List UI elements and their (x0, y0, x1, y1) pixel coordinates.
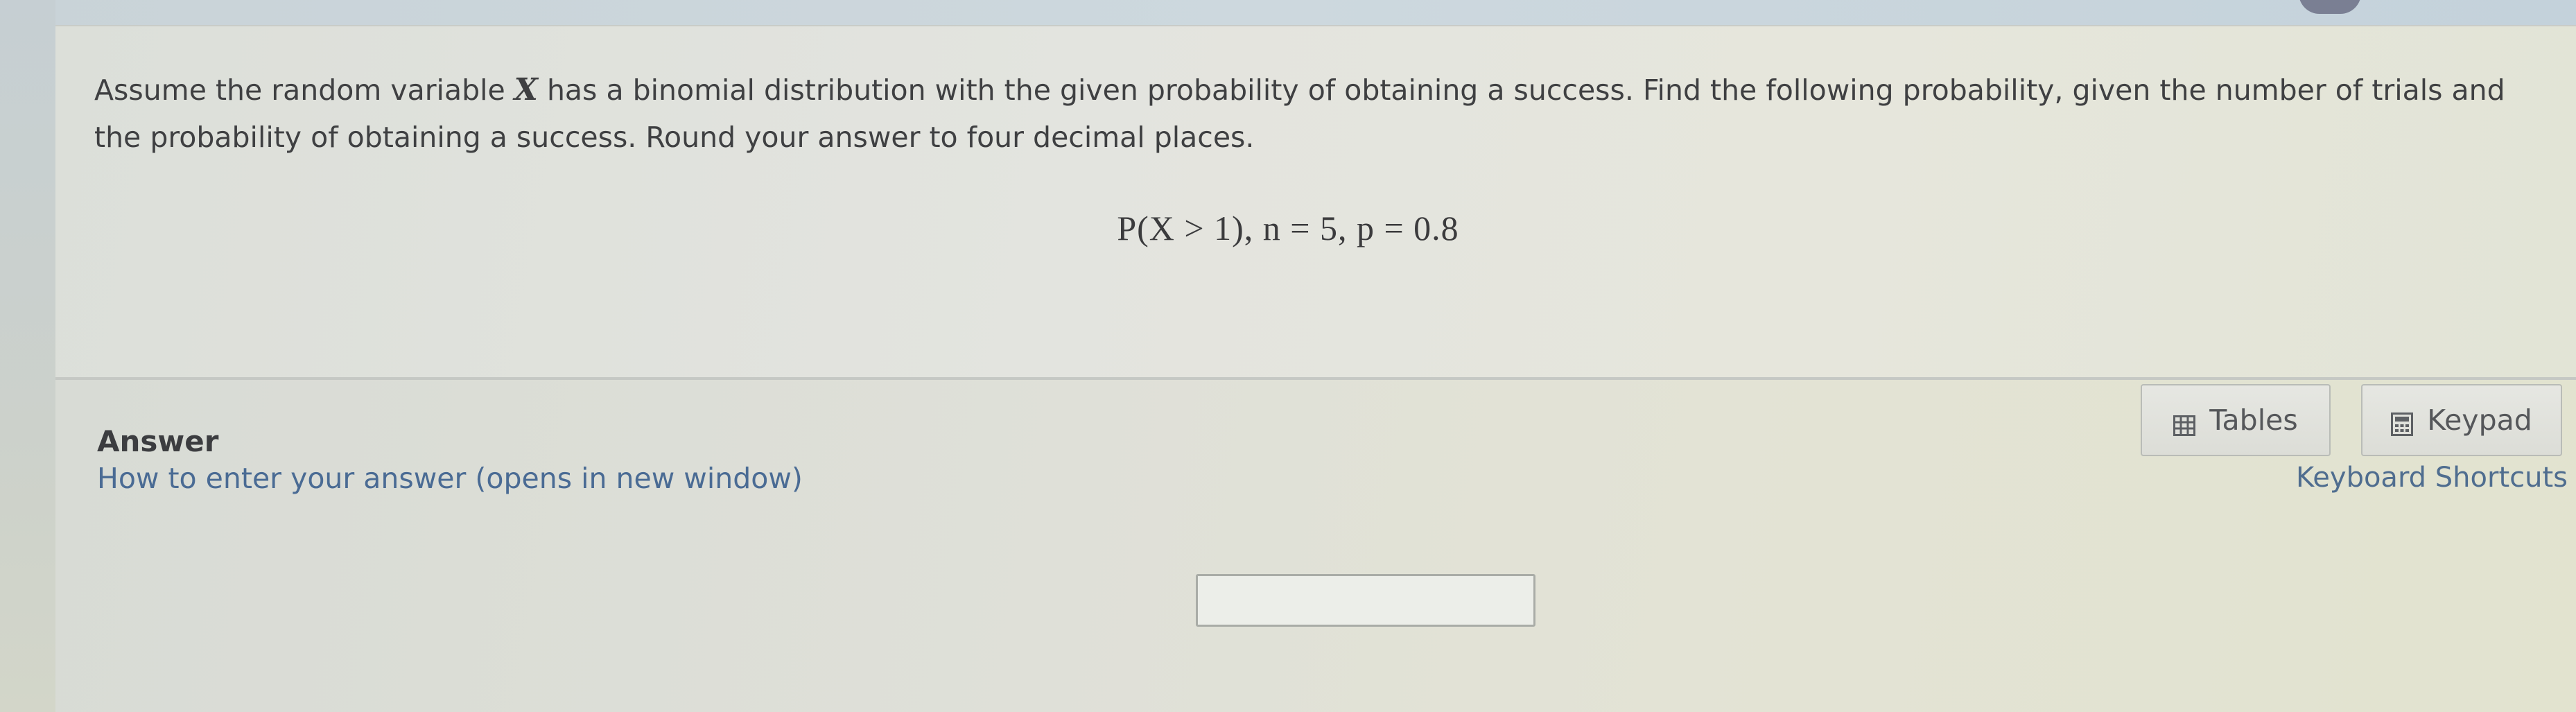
keyboard-shortcuts-link[interactable]: Keyboard Shortcuts (2296, 462, 2568, 494)
keypad-button-label: Keypad (2427, 403, 2532, 437)
screen-background: Assume the random variable X has a binom… (0, 0, 2576, 712)
how-to-enter-answer-link[interactable]: How to enter your answer (opens in new w… (97, 462, 803, 495)
answer-label: Answer (97, 424, 219, 458)
table-icon (2173, 410, 2196, 436)
tables-button-label: Tables (2209, 403, 2298, 437)
answer-input[interactable] (1196, 574, 1535, 627)
random-variable-symbol: X (514, 72, 538, 107)
question-text: Assume the random variable X has a binom… (94, 72, 2505, 154)
browser-top-strip (0, 0, 2576, 25)
keypad-button[interactable]: Keypad (2361, 384, 2562, 456)
tables-button[interactable]: Tables (2141, 384, 2331, 456)
probability-formula: P(X > 1), n = 5, p = 0.8 (1117, 209, 1459, 248)
left-rail (0, 0, 55, 712)
calculator-icon (2391, 410, 2414, 436)
